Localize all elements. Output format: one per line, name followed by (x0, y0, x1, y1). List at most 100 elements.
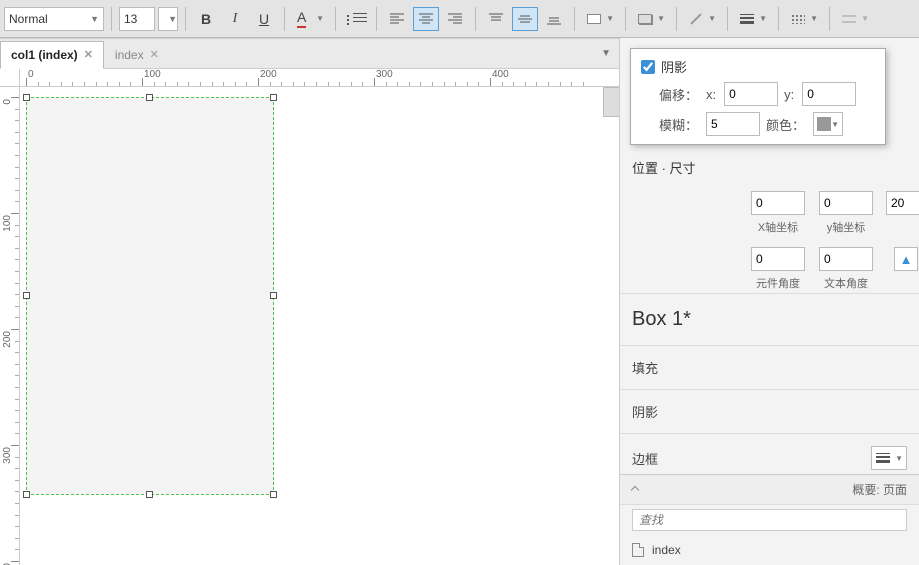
toolbar-separator (778, 7, 779, 31)
position-size-title: 位置 · 尺寸 (620, 146, 919, 185)
toolbar-separator (111, 7, 112, 31)
resize-handle-se[interactable] (270, 491, 277, 498)
line-width-button[interactable]: ▼ (735, 7, 771, 31)
shadow-color-label: 颜色： (766, 115, 805, 134)
shadow-swatch-icon (638, 14, 652, 24)
flip-horizontal-icon: ▲ (900, 252, 913, 267)
tab-index[interactable]: index ✕ (104, 41, 170, 69)
paragraph-style-value: Normal (9, 12, 48, 26)
shadow-color-picker[interactable]: ▼ (813, 112, 843, 136)
line-color-button[interactable]: ▼ (684, 7, 720, 31)
line-pattern-button[interactable]: ▼ (786, 7, 822, 31)
shadow-y-label: y: (784, 87, 794, 102)
outline-item-index[interactable]: index (620, 535, 919, 565)
close-icon[interactable]: ✕ (150, 48, 159, 61)
collapse-icon (631, 485, 639, 493)
design-canvas[interactable] (20, 87, 619, 565)
align-right-button[interactable] (442, 7, 468, 31)
vertical-scrollbar-thumb[interactable] (603, 87, 619, 117)
line-pattern-icon (791, 14, 805, 24)
chevron-down-icon: ▼ (895, 454, 903, 463)
valign-bottom-button[interactable] (541, 7, 567, 31)
inspector-panel: 阴影 偏移： x: y: 模糊： 颜色： ▼ 位置 · 尺寸 (619, 38, 919, 565)
shadow-section-header[interactable]: 阴影 (620, 389, 919, 433)
widget-rotation-input[interactable] (751, 247, 805, 271)
tab-col1-index[interactable]: col1 (index) ✕ (0, 41, 104, 69)
resize-handle-ne[interactable] (270, 94, 277, 101)
shadow-offset-label: 偏移： (659, 85, 698, 104)
shadow-y-input[interactable] (802, 82, 856, 106)
page-icon (632, 543, 644, 557)
shadow-x-input[interactable] (724, 82, 778, 106)
toolbar-separator (727, 7, 728, 31)
vertical-ruler: 0100200300400 (0, 87, 20, 565)
text-rotation-input[interactable] (819, 247, 873, 271)
toolbar-separator (475, 7, 476, 31)
arrow-style-button[interactable]: ▼ (837, 7, 873, 31)
text-rotation-label: 文本角度 (824, 275, 868, 291)
border-width-dropdown[interactable]: ▼ (871, 446, 907, 470)
border-section-header[interactable]: 边框 ▼ (620, 433, 919, 474)
selected-widget-box[interactable] (26, 97, 274, 495)
tabs-overflow-button[interactable]: ▼ (601, 48, 611, 59)
flip-horizontal-button[interactable]: ▲ (894, 247, 918, 271)
line-width-icon (876, 453, 890, 463)
resize-handle-w[interactable] (23, 292, 30, 299)
valign-middle-button[interactable] (512, 7, 538, 31)
font-size-select[interactable]: 13 (119, 7, 155, 31)
formatting-toolbar: Normal ▼ 13 ▼ B I U A ▼ ▼ ▼ ▼ ▼ ▼ ▼ (0, 0, 919, 38)
horizontal-ruler: 0100200300400 (20, 69, 619, 87)
widget-name-label[interactable]: Box 1* (620, 293, 919, 345)
resize-handle-n[interactable] (146, 94, 153, 101)
align-left-button[interactable] (384, 7, 410, 31)
font-color-button[interactable]: A ▼ (292, 7, 328, 31)
outer-shadow-button[interactable]: ▼ (633, 7, 669, 31)
toolbar-separator (829, 7, 830, 31)
outline-search-row (620, 504, 919, 535)
chevron-down-icon: ▼ (90, 14, 99, 24)
toolbar-separator (625, 7, 626, 31)
toolbar-separator (284, 7, 285, 31)
resize-handle-s[interactable] (146, 491, 153, 498)
paragraph-style-select[interactable]: Normal ▼ (4, 7, 104, 31)
x-coord-label: X轴坐标 (758, 219, 798, 235)
chevron-down-icon: ▼ (316, 14, 324, 23)
bulleted-list-button[interactable] (343, 7, 369, 31)
fill-label: 填充 (632, 358, 658, 377)
valign-top-button[interactable] (483, 7, 509, 31)
toolbar-separator (676, 7, 677, 31)
canvas-area: col1 (index) ✕ index ✕ ▼ 0100200300400 0… (0, 38, 619, 565)
outline-panel-header[interactable]: 概要: 页面 (620, 474, 919, 504)
resize-handle-sw[interactable] (23, 491, 30, 498)
toolbar-separator (376, 7, 377, 31)
x-coord-input[interactable] (751, 191, 805, 215)
chevron-down-icon: ▼ (606, 14, 614, 23)
shadow-color-swatch-icon (817, 117, 831, 131)
outline-search-input[interactable] (632, 509, 907, 531)
shadow-blur-input[interactable] (706, 112, 760, 136)
align-center-button[interactable] (413, 7, 439, 31)
font-size-dropdown[interactable]: ▼ (158, 7, 178, 31)
shadow-blur-label: 模糊： (659, 115, 698, 134)
toolbar-separator (335, 7, 336, 31)
fill-section-header[interactable]: 填充 (620, 345, 919, 389)
line-width-icon (740, 14, 754, 24)
y-coord-input[interactable] (819, 191, 873, 215)
close-icon[interactable]: ✕ (84, 48, 93, 61)
toolbar-separator (185, 7, 186, 31)
resize-handle-nw[interactable] (23, 94, 30, 101)
bold-button[interactable]: B (193, 7, 219, 31)
italic-button[interactable]: I (222, 7, 248, 31)
outline-title: 概要: 页面 (852, 481, 907, 498)
outline-item-label: index (652, 543, 681, 557)
tab-label: index (115, 48, 144, 62)
width-input[interactable] (886, 191, 919, 215)
y-coord-label: y轴坐标 (827, 219, 866, 235)
fill-color-button[interactable]: ▼ (582, 7, 618, 31)
toolbar-separator (574, 7, 575, 31)
underline-button[interactable]: U (251, 7, 277, 31)
shadow-section-label: 阴影 (632, 402, 658, 421)
resize-handle-e[interactable] (270, 292, 277, 299)
shadow-enable-checkbox[interactable] (641, 60, 655, 74)
chevron-down-icon: ▼ (861, 14, 869, 23)
